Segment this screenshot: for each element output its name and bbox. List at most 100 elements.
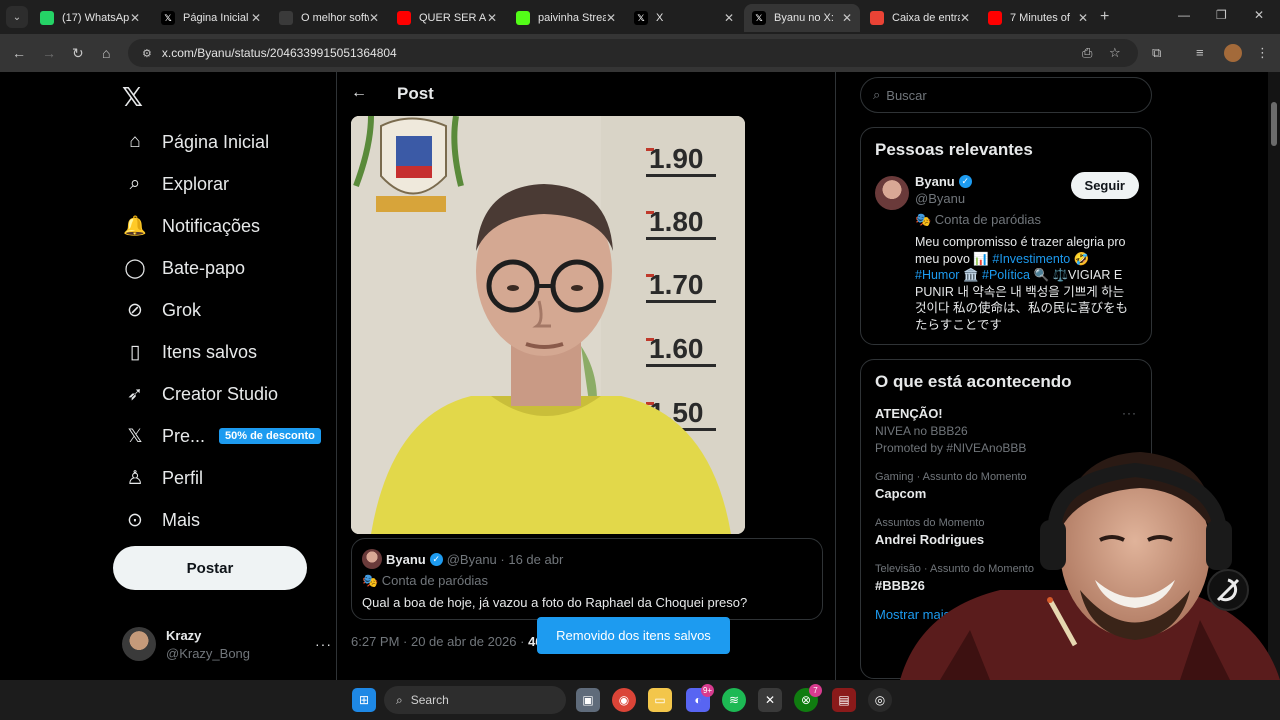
site-info-icon[interactable]: ⚙ (142, 47, 152, 60)
tab-title: X (656, 12, 664, 24)
close-tab-icon[interactable]: ✕ (842, 11, 852, 25)
nav-item-x-premium[interactable]: 𝕏 Pre... 50% de desconto (122, 416, 321, 456)
app-icon[interactable]: ▤ (832, 688, 856, 712)
browser-tab[interactable]: (17) WhatsApp ✕ (32, 4, 148, 32)
nav-item-label: Notificações (162, 215, 261, 236)
back-nav-icon[interactable]: ← (12, 45, 26, 61)
nav-item-more-circle[interactable]: ⊙ Mais (122, 500, 200, 540)
search-input[interactable] (886, 87, 1127, 103)
browser-tab[interactable]: paivinha Stream✕ (508, 4, 624, 32)
task-view-icon[interactable]: ▣ (576, 688, 600, 712)
nav-item-bookmark[interactable]: ▯ Itens salvos (122, 332, 257, 372)
nav-item-grok[interactable]: ⊘ Grok (122, 290, 201, 330)
close-tab-icon[interactable]: ✕ (960, 11, 970, 25)
close-tab-icon[interactable]: ✕ (369, 11, 379, 25)
discord-badge: 9+ (701, 684, 714, 697)
search-icon: ⌕ (396, 692, 403, 707)
chrome-menu-icon[interactable]: ⋮ (1256, 45, 1269, 61)
hashtag-link[interactable]: #Investimento (992, 252, 1070, 266)
discord-icon[interactable]: ◐ 9+ (686, 684, 714, 712)
xbox-icon[interactable]: ⊗ 7 (794, 684, 822, 712)
x-logo-icon: 𝕏 (634, 11, 648, 25)
close-tab-icon[interactable]: ✕ (487, 11, 497, 25)
x-logo-icon: 𝕏 (161, 11, 175, 25)
close-tab-icon[interactable]: ✕ (606, 11, 616, 25)
chrome-profile-avatar[interactable] (1224, 44, 1242, 62)
person-icon: ♙ (126, 467, 144, 489)
file-explorer-icon[interactable]: ▭ (648, 688, 672, 712)
relevant-user[interactable]: Byanu ✓ @Byanu 🎭 Conta de paródias Meu co… (861, 160, 1151, 347)
discount-badge[interactable]: 50% de desconto (219, 428, 321, 444)
post-button[interactable]: Postar (113, 546, 307, 590)
browser-tab[interactable]: 𝕏 Byanu no X: ✕ (744, 4, 860, 32)
install-app-icon[interactable]: ⎙ (1082, 45, 1092, 61)
nav-item-home[interactable]: ⌂ Página Inicial (122, 122, 269, 162)
minimize-icon[interactable]: — (1178, 8, 1190, 22)
hashtag-link[interactable]: #Humor (915, 268, 959, 282)
x-logo-icon[interactable]: 𝕏 (122, 82, 143, 113)
extensions-icon[interactable]: ⧉ (1152, 45, 1161, 61)
media-control-icon[interactable]: ≡ (1196, 45, 1204, 60)
windows-taskbar: ⊞ ⌕ Search ▣ ◉ ▭ ◐ 9+ ≋ ✕ ⊗ 7 ▤ ◎ (0, 680, 1280, 720)
avatar[interactable] (875, 176, 909, 210)
close-tab-icon[interactable]: ✕ (1078, 11, 1088, 25)
parody-label: 🎭 Conta de paródias (915, 212, 1042, 227)
taskbar-search[interactable]: ⌕ Search (384, 686, 566, 714)
quoted-post[interactable]: Byanu ✓ @Byanu · 16 de abr 🎭 Conta de pa… (351, 538, 823, 620)
verified-badge-icon: ✓ (429, 552, 443, 566)
close-tab-icon[interactable]: ✕ (130, 11, 140, 25)
scrollbar-thumb[interactable] (1271, 102, 1277, 146)
height-mark-line (646, 300, 716, 303)
nav-item-chat[interactable]: ◯ Bate-papo (122, 248, 245, 288)
nav-item-label: Perfil (162, 467, 204, 488)
close-tab-icon[interactable]: ✕ (251, 11, 261, 25)
browser-tab[interactable]: Caixa de entrada✕ (862, 4, 978, 32)
nav-item-person[interactable]: ♙ Perfil (122, 458, 203, 498)
spotify-icon[interactable]: ≋ (722, 688, 746, 712)
browser-tab[interactable]: O melhor software✕ (271, 4, 387, 32)
nav-item-bell[interactable]: 🔔 Notificações (122, 206, 260, 246)
close-tab-icon[interactable]: ✕ (724, 11, 734, 25)
bookmark-icon: ▯ (129, 341, 141, 363)
reload-icon[interactable]: ↻ (72, 45, 84, 62)
address-bar[interactable]: ⚙ x.com/Byanu/status/2046339915051364804 (128, 39, 1138, 67)
browser-tab[interactable]: 7 Minutes of ✕ (980, 4, 1096, 32)
new-tab-button[interactable]: + (1100, 8, 1109, 26)
nav-item-search[interactable]: ⌕ Explorar (122, 164, 229, 204)
obs-icon[interactable]: ◎ (868, 688, 892, 712)
account-name: Krazy (166, 627, 202, 643)
quote-meta: @Byanu · 16 de abr (446, 551, 564, 567)
tab-search-icon[interactable]: ⌄ (6, 6, 28, 28)
nav-item-rocket[interactable]: ➶ Creator Studio (122, 374, 278, 414)
youtube-icon (397, 11, 411, 25)
rocket-icon: ➶ (127, 383, 143, 405)
nav-item-label: Itens salvos (162, 341, 258, 362)
forward-nav-icon[interactable]: → (42, 45, 56, 61)
post-photo[interactable]: 1.90 1.80 1.70 1.60 1.50 (351, 116, 745, 534)
left-navigation: 𝕏 ⌂ Página Inicial ⌕ Explorar 🔔 Notificações ◯… (110, 72, 332, 680)
hashtag-link[interactable]: #Política (982, 268, 1030, 282)
tab-title: O melhor software (301, 12, 369, 24)
browser-tab[interactable]: 𝕏 X ✕ (626, 4, 742, 32)
account-handle: @Krazy_Bong (166, 645, 251, 661)
windows-start-icon[interactable]: ⊞ (352, 688, 376, 712)
post-timestamp[interactable]: 6:27 PM · 20 de abr de 2026 · 463 (351, 634, 550, 649)
more-options-icon[interactable]: ··· (1122, 406, 1137, 420)
browser-tab[interactable]: 𝕏 Página Inicial ✕ (153, 4, 269, 32)
back-arrow-icon[interactable]: ← (351, 84, 367, 102)
tab-title: Byanu no X: (774, 12, 834, 24)
account-switcher[interactable]: Krazy @Krazy_Bong ··· (122, 622, 332, 666)
close-window-icon[interactable]: ✕ (1254, 8, 1264, 22)
tools-icon[interactable]: ✕ (758, 688, 782, 712)
page-title: Post (397, 84, 434, 103)
chrome-taskbar-icon[interactable]: ◉ (612, 688, 636, 712)
restore-icon[interactable]: ❐ (1216, 8, 1227, 22)
search-box[interactable]: ⌕ (860, 77, 1152, 113)
follow-button[interactable]: Seguir (1070, 172, 1139, 199)
post-column: ← Post 1.90 1.80 1.70 1.60 1.50 Byanu ✓ … (336, 72, 836, 680)
browser-tab[interactable]: QUER SER A ✕ (389, 4, 505, 32)
home-browser-icon[interactable]: ⌂ (102, 45, 110, 61)
trend-name: ATENÇÃO! (875, 406, 943, 421)
bookmark-star-icon[interactable]: ☆ (1109, 45, 1121, 61)
more-options-icon[interactable]: ··· (315, 636, 332, 652)
